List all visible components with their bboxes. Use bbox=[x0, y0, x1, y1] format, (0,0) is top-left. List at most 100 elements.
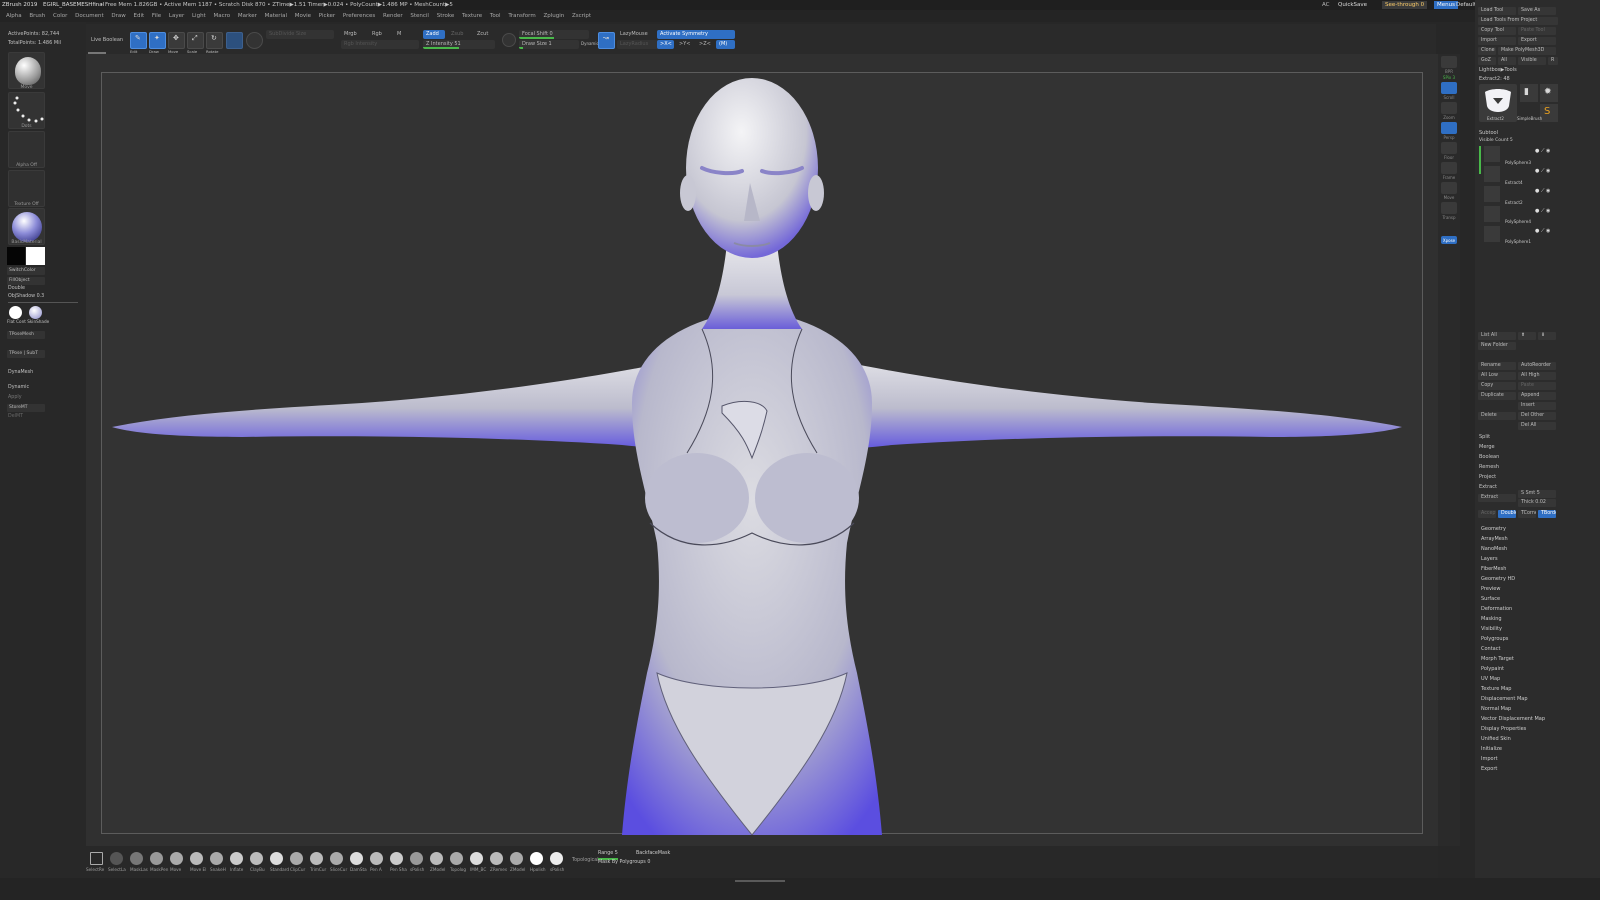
section-preview[interactable]: Preview bbox=[1481, 586, 1500, 592]
section-vector-displacement-map[interactable]: Vector Displacement Map bbox=[1481, 716, 1545, 722]
secondary-color-swatch[interactable] bbox=[7, 247, 25, 265]
subtool-visibility-icons[interactable]: ● ⟋ ◉ bbox=[1535, 188, 1550, 194]
accept-button[interactable]: Accept bbox=[1478, 510, 1496, 518]
subtool-visibility-icons[interactable]: ● ⟋ ◉ bbox=[1535, 208, 1550, 214]
subtool-name-5[interactable]: PolySphere1 bbox=[1505, 239, 1531, 244]
project-section[interactable]: Project bbox=[1479, 474, 1496, 480]
menu-layer[interactable]: Layer bbox=[169, 10, 184, 22]
rgb-toggle[interactable]: Rgb bbox=[369, 30, 387, 39]
m-toggle[interactable]: M bbox=[394, 30, 406, 39]
menu-transform[interactable]: Transform bbox=[508, 10, 535, 22]
goz-button[interactable]: GoZ bbox=[1478, 57, 1496, 65]
section-polygroups[interactable]: Polygroups bbox=[1481, 636, 1508, 642]
section-normal-map[interactable]: Normal Map bbox=[1481, 706, 1511, 712]
brush-topology[interactable] bbox=[450, 852, 463, 865]
s-smt-slider[interactable]: S Smt 5 bbox=[1518, 490, 1556, 498]
brush-masklasso[interactable] bbox=[130, 852, 143, 865]
lazymouse-toggle[interactable]: LazyMouse bbox=[617, 30, 659, 39]
section-geometry[interactable]: Geometry bbox=[1481, 526, 1506, 532]
subtool-name-1[interactable]: PolySphere3 bbox=[1505, 160, 1531, 165]
tborder-toggle[interactable]: TBorde bbox=[1538, 510, 1556, 518]
menu-brush[interactable]: Brush bbox=[29, 10, 45, 22]
focal-shift-icon[interactable] bbox=[502, 33, 516, 47]
save-as-button[interactable]: Save As bbox=[1518, 7, 1556, 15]
brush-zremesher[interactable] bbox=[490, 852, 503, 865]
subdivide-slider[interactable]: SubDivide Size bbox=[266, 30, 334, 39]
subtool-name-4[interactable]: PolySphere4 bbox=[1505, 219, 1531, 224]
paste-tool-button[interactable]: Paste Tool bbox=[1518, 27, 1556, 35]
transp-button[interactable] bbox=[1441, 202, 1457, 214]
brush-slicecurve[interactable] bbox=[330, 852, 343, 865]
copy-subtool-button[interactable]: Copy bbox=[1478, 382, 1516, 390]
backface-mask-toggle[interactable]: BackfaceMask bbox=[636, 851, 670, 856]
subtool-thumb-3[interactable] bbox=[1484, 186, 1500, 202]
section-visibility[interactable]: Visibility bbox=[1481, 626, 1502, 632]
boolean-section[interactable]: Boolean bbox=[1479, 454, 1499, 460]
extract-button[interactable]: Extract bbox=[1478, 494, 1516, 502]
menu-material[interactable]: Material bbox=[265, 10, 287, 22]
rename-button[interactable]: Rename bbox=[1478, 362, 1516, 370]
export-button[interactable]: Export bbox=[1518, 37, 1556, 45]
menu-stroke[interactable]: Stroke bbox=[437, 10, 455, 22]
section-arraymesh[interactable]: ArrayMesh bbox=[1481, 536, 1508, 542]
section-morph-target[interactable]: Morph Target bbox=[1481, 656, 1514, 662]
brush-maskpen[interactable] bbox=[150, 852, 163, 865]
brush-damstandard[interactable] bbox=[350, 852, 363, 865]
spix-slider[interactable]: SPix 3 bbox=[1439, 75, 1459, 80]
fill-object-button[interactable]: FillObject bbox=[7, 277, 45, 285]
dynamic-toggle[interactable]: Dynamic bbox=[8, 385, 29, 390]
floor-button[interactable] bbox=[1441, 142, 1457, 154]
symmetry-x-toggle[interactable]: >X< bbox=[657, 40, 674, 49]
section-uv-map[interactable]: UV Map bbox=[1481, 676, 1500, 682]
tcorner-toggle[interactable]: TCorne bbox=[1518, 510, 1536, 518]
delete-button[interactable]: Delete bbox=[1478, 412, 1516, 420]
all-low-button[interactable]: All Low bbox=[1478, 372, 1516, 380]
zcut-toggle[interactable]: Zcut bbox=[474, 30, 496, 39]
extract-section[interactable]: Extract bbox=[1479, 484, 1497, 490]
auto-reorder-button[interactable]: AutoReorder bbox=[1518, 362, 1556, 370]
menu-stencil[interactable]: Stencil bbox=[410, 10, 429, 22]
menu-file[interactable]: File bbox=[152, 10, 161, 22]
subtool-visibility-icons[interactable]: ● ⟋ ◉ bbox=[1535, 228, 1550, 234]
brush-trimcurve[interactable] bbox=[310, 852, 323, 865]
draw-button[interactable]: ✦ bbox=[149, 32, 166, 49]
menu-zscript[interactable]: Zscript bbox=[572, 10, 591, 22]
copy-tool-button[interactable]: Copy Tool bbox=[1478, 27, 1516, 35]
menu-texture[interactable]: Texture bbox=[462, 10, 482, 22]
brush-selectlasso[interactable] bbox=[110, 852, 123, 865]
subtool-name-3[interactable]: Extract2 bbox=[1505, 200, 1523, 205]
topological-toggle[interactable]: Topological bbox=[572, 858, 599, 863]
dynamesh-button[interactable]: DynaMesh bbox=[8, 370, 33, 375]
simplebrush-tool-thumbnail[interactable]: S bbox=[1540, 104, 1558, 122]
duplicate-button[interactable]: Duplicate bbox=[1478, 392, 1516, 400]
menu-edit[interactable]: Edit bbox=[134, 10, 145, 22]
del-all-button[interactable]: Del All bbox=[1518, 422, 1556, 430]
lazy-radius-slider[interactable]: LazyRadius bbox=[617, 40, 659, 49]
thick-slider[interactable]: Thick 0.02 bbox=[1518, 499, 1556, 507]
subtool-thumb-5[interactable] bbox=[1484, 226, 1500, 242]
quicksave-button[interactable]: QuickSave bbox=[1338, 0, 1367, 10]
focal-shift-slider[interactable]: Focal Shift 0 bbox=[519, 30, 589, 39]
list-all-button[interactable]: List All bbox=[1478, 332, 1516, 340]
subtool-thumb-2[interactable] bbox=[1484, 166, 1500, 182]
section-fibermesh[interactable]: FiberMesh bbox=[1481, 566, 1506, 572]
symmetry-y-toggle[interactable]: >Y< bbox=[676, 40, 693, 49]
menu-picker[interactable]: Picker bbox=[319, 10, 335, 22]
symmetry-z-toggle[interactable]: >Z< bbox=[696, 40, 713, 49]
arrow-down-icon[interactable]: ⬇ bbox=[1538, 332, 1556, 340]
tpose-mesh-button[interactable]: TPoseMesh bbox=[7, 331, 45, 339]
section-import[interactable]: Import bbox=[1481, 756, 1498, 762]
brush-spolish-2[interactable] bbox=[550, 852, 563, 865]
menu-color[interactable]: Color bbox=[53, 10, 67, 22]
menu-light[interactable]: Light bbox=[192, 10, 206, 22]
split-section[interactable]: Split bbox=[1479, 434, 1490, 440]
menu-document[interactable]: Document bbox=[75, 10, 104, 22]
double-toggle[interactable]: Double bbox=[8, 286, 25, 291]
subtool-name-2[interactable]: Extract4 bbox=[1505, 180, 1523, 185]
switch-color-button[interactable]: SwitchColor bbox=[7, 267, 45, 275]
double-toggle[interactable]: Double bbox=[1498, 510, 1516, 518]
menu-zplugin[interactable]: Zplugin bbox=[543, 10, 564, 22]
section-nanomesh[interactable]: NanoMesh bbox=[1481, 546, 1507, 552]
subtool-thumb-4[interactable] bbox=[1484, 206, 1500, 222]
section-texture-map[interactable]: Texture Map bbox=[1481, 686, 1511, 692]
